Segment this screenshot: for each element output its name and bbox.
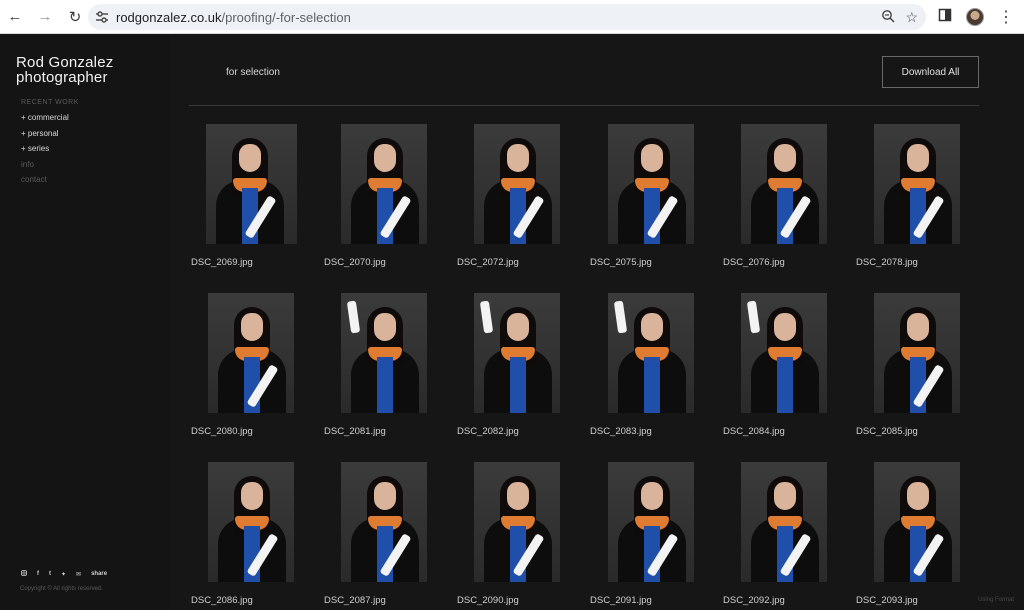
photo-filename[interactable]: DSC_2072.jpg xyxy=(457,257,519,268)
photo-thumbnail[interactable] xyxy=(208,293,294,413)
tumblr-icon[interactable]: t xyxy=(49,571,51,577)
logo-line-2: photographer xyxy=(16,69,108,86)
url-text: rodgonzalez.co.uk/proofing/-for-selectio… xyxy=(116,9,351,25)
nav-item-personal[interactable]: + personal xyxy=(21,129,79,145)
nav-item-contact[interactable]: contact xyxy=(21,175,79,191)
reload-icon[interactable]: ↻ xyxy=(60,2,90,32)
photo-thumbnail[interactable] xyxy=(341,124,427,244)
photo-thumbnail[interactable] xyxy=(741,462,827,582)
photo-filename[interactable]: DSC_2085.jpg xyxy=(856,426,918,437)
photo-thumbnail[interactable] xyxy=(608,293,694,413)
photo-filename[interactable]: DSC_2093.jpg xyxy=(856,595,918,606)
photo-thumbnail[interactable] xyxy=(741,293,827,413)
instagram-icon[interactable] xyxy=(21,570,27,578)
photo-filename[interactable]: DSC_2083.jpg xyxy=(590,426,652,437)
photo-filename[interactable]: DSC_2069.jpg xyxy=(191,257,253,268)
photo-filename[interactable]: DSC_2080.jpg xyxy=(191,426,253,437)
photo-filename[interactable]: DSC_2081.jpg xyxy=(324,426,386,437)
zoom-icon[interactable] xyxy=(881,9,895,26)
photo-thumbnail[interactable] xyxy=(874,462,960,582)
side-panel-icon[interactable] xyxy=(938,8,952,27)
photo-filename[interactable]: DSC_2082.jpg xyxy=(457,426,519,437)
nav-item-info[interactable]: info xyxy=(21,160,79,176)
share-link[interactable]: share xyxy=(91,571,107,577)
photo-thumbnail[interactable] xyxy=(741,124,827,244)
photo-thumbnail[interactable] xyxy=(874,293,960,413)
nav-item-series[interactable]: + series xyxy=(21,144,79,160)
social-links: f t ✦ ✉ share xyxy=(21,570,107,578)
nav-heading: RECENT WORK xyxy=(21,99,79,106)
nav-item-commercial[interactable]: + commercial xyxy=(21,113,79,129)
photo-filename[interactable]: DSC_2087.jpg xyxy=(324,595,386,606)
forward-arrow-icon[interactable]: → xyxy=(30,2,60,32)
menu-kebab-icon[interactable]: ⋮ xyxy=(998,7,1014,27)
photo-filename[interactable]: DSC_2070.jpg xyxy=(324,257,386,268)
bookmark-star-icon[interactable]: ☆ xyxy=(905,9,918,26)
site-settings-icon[interactable] xyxy=(88,11,116,23)
photo-thumbnail[interactable] xyxy=(208,462,294,582)
download-all-button[interactable]: Download All xyxy=(882,56,979,88)
sidebar: Rod Gonzalez photographer RECENT WORK + … xyxy=(0,35,170,610)
gallery-main: for selection Download All DSC_2069.jpg … xyxy=(170,35,1024,610)
facebook-icon[interactable]: f xyxy=(37,571,39,577)
photo-thumbnail[interactable] xyxy=(474,293,560,413)
email-icon[interactable]: ✉ xyxy=(76,571,81,578)
photo-thumbnail[interactable] xyxy=(341,462,427,582)
twitter-icon[interactable]: ✦ xyxy=(61,571,66,578)
sidebar-nav: RECENT WORK + commercial + personal + se… xyxy=(21,99,79,191)
photo-thumbnail[interactable] xyxy=(608,462,694,582)
photo-filename[interactable]: DSC_2084.jpg xyxy=(723,426,785,437)
photo-filename[interactable]: DSC_2086.jpg xyxy=(191,595,253,606)
photo-thumbnail[interactable] xyxy=(608,124,694,244)
photo-filename[interactable]: DSC_2092.jpg xyxy=(723,595,785,606)
header-divider xyxy=(189,105,979,106)
photo-thumbnail[interactable] xyxy=(474,462,560,582)
address-bar[interactable]: rodgonzalez.co.uk/proofing/-for-selectio… xyxy=(88,4,926,30)
photo-filename[interactable]: DSC_2076.jpg xyxy=(723,257,785,268)
back-arrow-icon[interactable]: ← xyxy=(0,2,30,32)
copyright-text: Copyright © All rights reserved. xyxy=(20,586,103,592)
photo-thumbnail[interactable] xyxy=(874,124,960,244)
gallery-title: for selection xyxy=(226,67,280,78)
logo-line-1: Rod Gonzalez xyxy=(16,54,114,71)
photo-thumbnail[interactable] xyxy=(206,124,297,244)
photo-filename[interactable]: DSC_2078.jpg xyxy=(856,257,918,268)
photo-filename[interactable]: DSC_2091.jpg xyxy=(590,595,652,606)
site-logo[interactable]: Rod Gonzalez photographer xyxy=(16,55,113,85)
photo-thumbnail[interactable] xyxy=(341,293,427,413)
photo-filename[interactable]: DSC_2090.jpg xyxy=(457,595,519,606)
powered-by-link[interactable]: Using Format xyxy=(978,597,1014,603)
profile-avatar[interactable] xyxy=(966,8,984,26)
browser-toolbar: ← → ↻ rodgonzalez.co.uk/proofing/-for-se… xyxy=(0,0,1024,34)
photo-filename[interactable]: DSC_2075.jpg xyxy=(590,257,652,268)
photo-thumbnail[interactable] xyxy=(474,124,560,244)
